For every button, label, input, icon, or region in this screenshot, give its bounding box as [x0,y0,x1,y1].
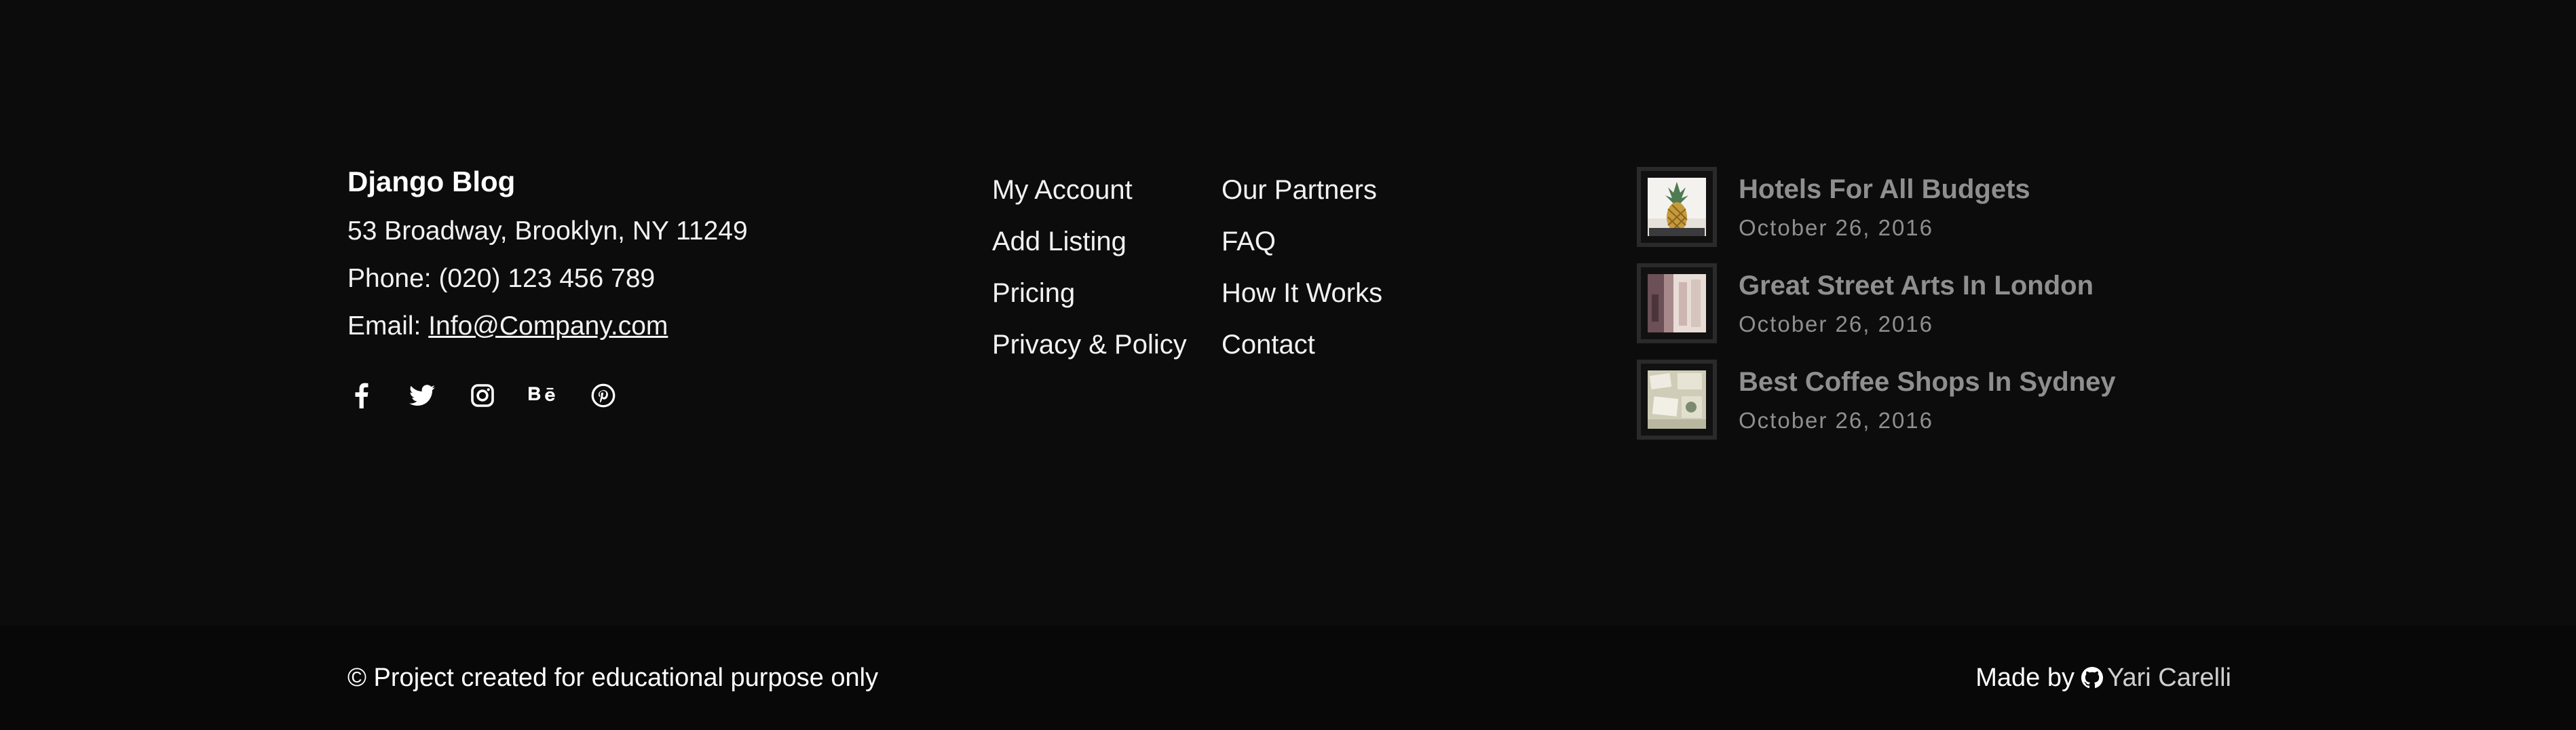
twitter-icon[interactable] [408,381,436,410]
link-faq[interactable]: FAQ [1221,216,1382,267]
email-label: Email: [347,311,429,341]
pineapple-photo [1648,178,1706,236]
street-photo [1648,274,1706,332]
email-line: Email: Info@Company.com [347,303,748,350]
link-contact[interactable]: Contact [1221,319,1382,370]
link-pricing[interactable]: Pricing [992,267,1187,319]
made-by-label: Made by [1975,664,2075,692]
post-item[interactable]: Hotels For All Budgets October 26, 2016 [1637,167,2153,263]
address: 53 Broadway, Brooklyn, NY 11249 [347,216,748,246]
email-link[interactable]: Info@Company.com [428,311,668,341]
link-add-listing[interactable]: Add Listing [992,216,1187,267]
post-title[interactable]: Hotels For All Budgets [1739,172,2030,206]
behance-icon[interactable] [529,381,557,410]
post-date: October 26, 2016 [1739,215,1934,240]
footer-links-column-1: My Account Add Listing Pricing Privacy &… [992,164,1187,370]
post-date: October 26, 2016 [1739,311,1934,337]
post-title[interactable]: Great Street Arts In London [1739,269,2094,303]
link-how-it-works[interactable]: How It Works [1221,267,1382,319]
link-my-account[interactable]: My Account [992,164,1187,216]
footer-links-column-2: Our Partners FAQ How It Works Contact [1221,164,1382,370]
facebook-icon[interactable] [347,381,376,410]
recent-posts: Hotels For All Budgets October 26, 2016 … [1637,167,2153,456]
coffee-photo [1648,370,1706,429]
post-item[interactable]: Great Street Arts In London October 26, … [1637,263,2153,360]
made-by: Made by Yari Carelli [1975,661,2231,695]
post-thumbnail[interactable] [1637,360,1717,440]
post-date: October 26, 2016 [1739,408,1934,433]
phone: Phone: (020) 123 456 789 [347,264,656,293]
post-item[interactable]: Best Coffee Shops In Sydney October 26, … [1637,360,2153,456]
link-our-partners[interactable]: Our Partners [1221,164,1382,216]
instagram-icon[interactable] [468,381,497,410]
footer-main: Django Blog 53 Broadway, Brooklyn, NY 11… [0,0,2576,626]
pinterest-icon[interactable] [589,381,618,410]
post-title[interactable]: Best Coffee Shops In Sydney [1739,365,2116,399]
post-thumbnail[interactable] [1637,167,1717,247]
author-link[interactable]: Yari Carelli [2107,661,2231,695]
social-links [347,381,649,410]
link-privacy-policy[interactable]: Privacy & Policy [992,319,1187,370]
contact-info: Django Blog 53 Broadway, Brooklyn, NY 11… [347,163,748,350]
github-icon[interactable] [2081,667,2103,689]
brand-name: Django Blog [347,166,516,197]
copyright-text: © Project created for educational purpos… [347,664,879,692]
post-thumbnail[interactable] [1637,263,1717,343]
footer-bottom-bar: © Project created for educational purpos… [0,626,2576,730]
